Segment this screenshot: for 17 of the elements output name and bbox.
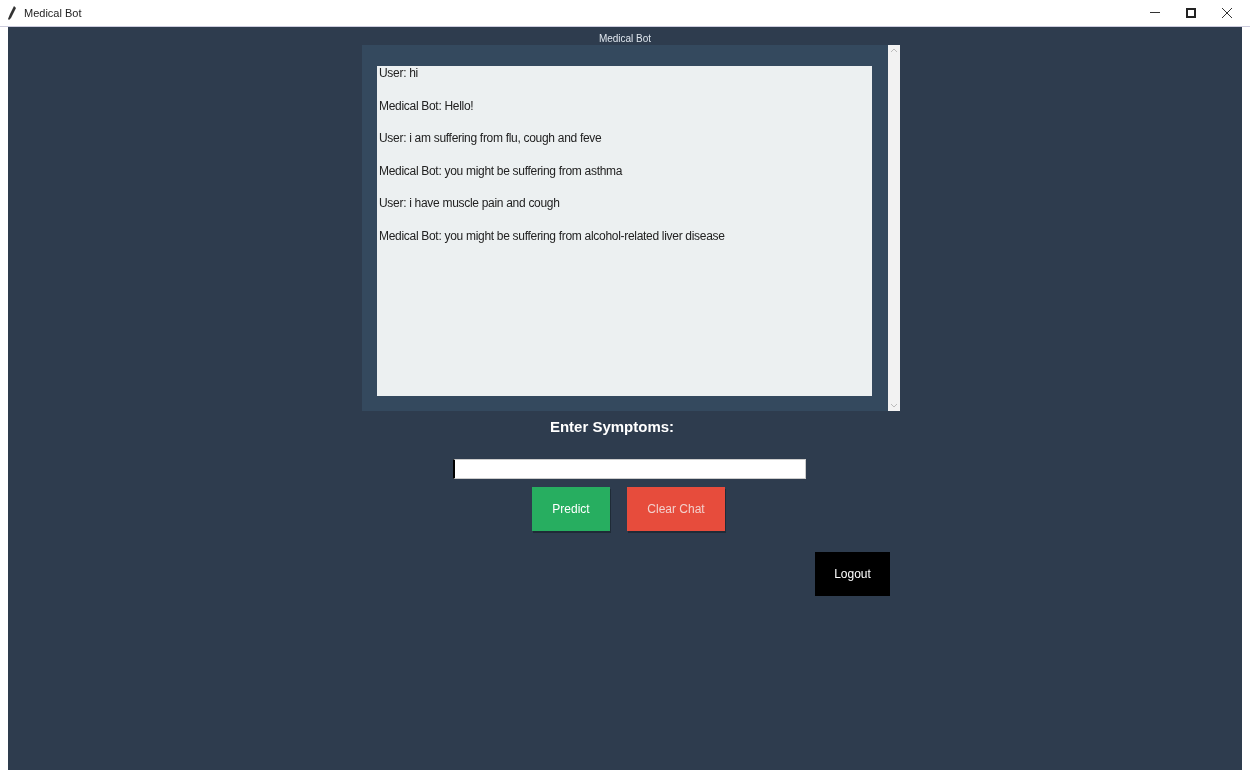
clear-chat-button[interactable]: Clear Chat: [627, 486, 725, 531]
chat-message: Medical Bot: you might be suffering from asthma: [379, 163, 624, 178]
symptoms-input[interactable]: [453, 458, 806, 479]
predict-button[interactable]: Predict: [532, 486, 610, 531]
window-title: Medical Bot: [24, 5, 82, 21]
close-icon[interactable]: [1222, 8, 1232, 18]
chat-message: User: hi: [379, 66, 419, 80]
chat-message: User: i have muscle pain and cough: [379, 196, 561, 210]
feather-icon: [8, 6, 16, 20]
symptoms-label: Enter Symptoms:: [548, 417, 676, 437]
maximize-icon[interactable]: [1186, 8, 1196, 18]
chat-message: Medical Bot: Hello!: [379, 98, 475, 113]
minimize-icon[interactable]: [1150, 12, 1160, 14]
chat-message: User: i am suffering from flu, cough and feve: [379, 131, 603, 145]
chat-title: Medical Bot: [597, 32, 653, 45]
logout-button[interactable]: Logout: [815, 551, 890, 596]
chat-message: Medical Bot: you might be suffering from alcohol-related liver disease: [379, 228, 726, 243]
